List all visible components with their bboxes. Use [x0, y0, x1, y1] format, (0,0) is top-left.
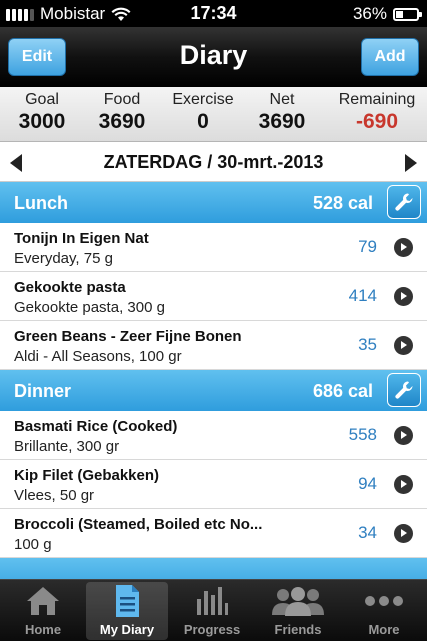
goal-summary: Goal 3000 — [14, 91, 70, 134]
wrench-icon[interactable] — [387, 185, 421, 219]
tab-label: Progress — [183, 622, 241, 637]
next-day-arrow-icon[interactable] — [405, 154, 417, 172]
food-calories: 558 — [348, 425, 377, 444]
battery-icon — [393, 7, 422, 21]
next-meal-header — [0, 558, 427, 579]
food-description: Brillante, 300 gr — [14, 438, 120, 455]
food-entry[interactable]: Basmati Rice (Cooked) Brillante, 300 gr … — [0, 411, 427, 460]
food-description: Gekookte pasta, 300 g — [14, 299, 165, 316]
meal-calories: 686 cal — [312, 381, 373, 401]
tab-home[interactable]: Home — [2, 582, 84, 640]
food-calories: 414 — [348, 286, 377, 305]
tab-friends[interactable]: Friends — [257, 582, 339, 640]
food-value: 3690 — [98, 110, 146, 133]
disclosure-arrow-icon[interactable] — [394, 336, 413, 355]
food-name: Tonijn In Eigen Nat — [14, 230, 149, 247]
friends-icon — [272, 587, 324, 616]
battery-info: 36% — [352, 4, 422, 24]
exercise-value: 0 — [197, 110, 209, 133]
meal-header-lunch: Lunch 528 cal — [0, 182, 427, 223]
food-calories: 94 — [358, 474, 377, 493]
tab-label: Friends — [274, 622, 322, 637]
meal-name: Dinner — [14, 381, 72, 401]
disclosure-arrow-icon[interactable] — [394, 238, 413, 257]
food-entry[interactable]: Tonijn In Eigen Nat Everyday, 75 g 79 — [0, 223, 427, 272]
food-name: Broccoli (Steamed, Boiled etc No... — [14, 516, 263, 533]
net-summary: Net 3690 — [254, 91, 310, 134]
goal-value: 3000 — [18, 110, 66, 133]
tab-more[interactable]: More — [343, 582, 425, 640]
add-button[interactable]: Add — [361, 38, 419, 76]
date-navigator: ZATERDAG / 30-mrt.-2013 — [0, 142, 427, 182]
tab-my-diary[interactable]: My Diary — [86, 582, 168, 640]
exercise-summary: Exercise 0 — [168, 91, 238, 134]
food-description: 100 g — [14, 536, 52, 553]
net-value: 3690 — [258, 110, 306, 133]
tab-label: Home — [24, 622, 62, 637]
food-description: Aldi - All Seasons, 100 gr — [14, 348, 182, 365]
home-icon — [27, 587, 59, 615]
disclosure-arrow-icon[interactable] — [394, 475, 413, 494]
net-label: Net — [269, 91, 295, 108]
disclosure-arrow-icon[interactable] — [394, 426, 413, 445]
food-summary: Food 3690 — [94, 91, 150, 134]
diary-icon — [116, 585, 139, 617]
meal-calories: 528 cal — [312, 193, 373, 213]
battery-percent: 36% — [352, 4, 387, 23]
food-entry[interactable]: Gekookte pasta Gekookte pasta, 300 g 414 — [0, 272, 427, 321]
tab-label: My Diary — [99, 622, 155, 637]
food-calories: 35 — [358, 335, 377, 354]
current-date[interactable]: ZATERDAG / 30-mrt.-2013 — [0, 152, 427, 173]
food-entry[interactable]: Broccoli (Steamed, Boiled etc No... 100 … — [0, 509, 427, 558]
more-icon — [365, 596, 403, 606]
food-name: Kip Filet (Gebakken) — [14, 467, 160, 484]
food-calories: 34 — [358, 523, 377, 542]
remaining-summary: Remaining -690 — [334, 91, 420, 134]
wrench-icon[interactable] — [387, 373, 421, 407]
food-entry[interactable]: Kip Filet (Gebakken) Vlees, 50 gr 94 — [0, 460, 427, 509]
exercise-label: Exercise — [172, 91, 234, 108]
food-label: Food — [103, 91, 141, 108]
navigation-bar: Edit Diary Add — [0, 27, 427, 87]
goal-label: Goal — [25, 91, 59, 108]
status-bar: Mobistar 17:34 36% — [0, 0, 427, 27]
food-entry[interactable]: Green Beans - Zeer Fijne Bonen Aldi - Al… — [0, 321, 427, 370]
food-name: Basmati Rice (Cooked) — [14, 418, 178, 435]
food-calories: 79 — [358, 237, 377, 256]
food-description: Everyday, 75 g — [14, 250, 113, 267]
food-description: Vlees, 50 gr — [14, 487, 95, 504]
food-name: Gekookte pasta — [14, 279, 126, 296]
tab-progress[interactable]: Progress — [171, 582, 253, 640]
calorie-summary: Goal 3000 Food 3690 Exercise 0 Net 3690 … — [0, 87, 427, 142]
disclosure-arrow-icon[interactable] — [394, 524, 413, 543]
disclosure-arrow-icon[interactable] — [394, 287, 413, 306]
remaining-value: -690 — [355, 110, 399, 133]
food-name: Green Beans - Zeer Fijne Bonen — [14, 328, 242, 345]
tab-label: More — [368, 622, 400, 637]
remaining-label: Remaining — [338, 91, 416, 108]
meal-name: Lunch — [14, 193, 68, 213]
diary-list[interactable]: Lunch 528 cal Tonijn In Eigen Nat Everyd… — [0, 182, 427, 579]
meal-header-dinner: Dinner 686 cal — [0, 370, 427, 411]
bar-chart-icon — [197, 587, 228, 615]
tab-bar: Home My Diary Progress Friends More — [0, 579, 427, 641]
